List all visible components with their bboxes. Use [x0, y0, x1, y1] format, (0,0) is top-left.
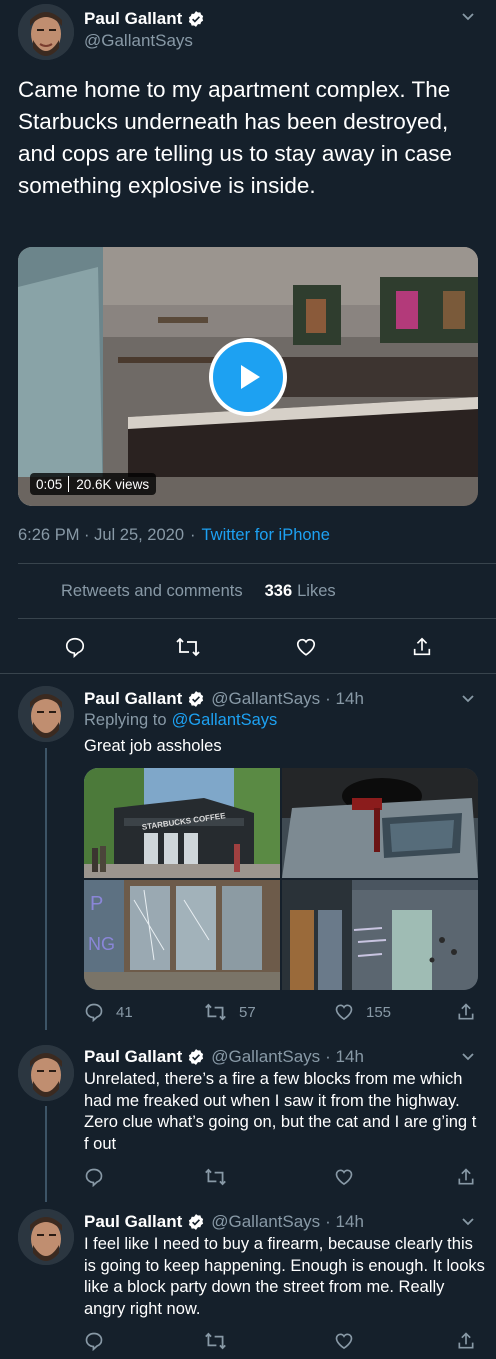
retweet-button[interactable] [175, 636, 201, 658]
retweet-button[interactable]: 57 [204, 1002, 256, 1022]
reply-icon [65, 637, 85, 658]
photo-1[interactable]: STARBUCKS COFFEE [84, 768, 280, 878]
svg-text:NG: NG [88, 934, 115, 954]
reply-button[interactable] [84, 1331, 104, 1351]
chevron-down-icon[interactable] [460, 1213, 476, 1234]
reply-button[interactable] [64, 636, 86, 658]
timestamp-separator: · [190, 526, 196, 544]
like-icon [335, 1004, 353, 1021]
tweet-text: Unrelated, there’s a fire a few blocks f… [84, 1070, 477, 1153]
divider [18, 618, 496, 619]
tweet-text: Came home to my apartment complex. The S… [18, 77, 452, 198]
tweet-time[interactable]: · 14h [325, 689, 364, 709]
author-name[interactable]: Paul Gallant [84, 689, 182, 709]
reply-button[interactable] [84, 1167, 104, 1187]
retweet-icon [176, 637, 200, 657]
retweet-icon [205, 1003, 226, 1021]
avatar[interactable] [18, 686, 74, 742]
avatar[interactable] [18, 1045, 74, 1101]
tweet-timestamp[interactable]: 6:26 PM · Jul 25, 2020 [18, 526, 184, 545]
author-name[interactable]: Paul Gallant [84, 1212, 182, 1232]
reply-icon [85, 1332, 103, 1351]
share-button[interactable] [456, 1167, 476, 1187]
share-icon [458, 1003, 474, 1020]
author-handle[interactable]: @GallantSays [211, 1047, 320, 1067]
retweet-button[interactable] [204, 1167, 227, 1187]
retweet-count: 57 [239, 1003, 256, 1021]
tweet-time[interactable]: · 14h [325, 1047, 364, 1067]
reply-count: 41 [116, 1003, 133, 1021]
share-button[interactable] [456, 1331, 476, 1351]
like-count: 155 [366, 1003, 392, 1021]
svg-text:P: P [90, 893, 103, 915]
verified-badge-icon [187, 10, 205, 28]
retweet-icon [205, 1332, 226, 1350]
like-icon [296, 638, 316, 656]
divider [18, 563, 496, 564]
video-duration: 0:05 [36, 476, 63, 492]
like-icon [335, 1169, 353, 1186]
share-icon [413, 637, 431, 656]
retweet-button[interactable] [204, 1331, 227, 1351]
photo-2[interactable] [282, 768, 478, 878]
photo-3[interactable]: P NG [84, 880, 280, 990]
replying-to-handle[interactable]: @GallantSays [172, 711, 278, 730]
likes-count[interactable]: 336 [265, 582, 293, 601]
share-button[interactable] [456, 1002, 476, 1022]
author-handle[interactable]: @GallantSays [211, 1212, 320, 1232]
reply-icon [85, 1003, 103, 1022]
verified-badge-icon [187, 690, 205, 708]
share-icon [458, 1332, 474, 1349]
photo-grid: STARBUCKS COFFEE P NG [84, 768, 478, 990]
thread-line [45, 748, 47, 1030]
play-icon[interactable] [209, 338, 287, 416]
avatar[interactable] [18, 1209, 74, 1265]
like-button[interactable] [334, 1167, 354, 1187]
like-button[interactable] [334, 1331, 354, 1351]
tweet-text: I feel like I need to buy a firearm, bec… [84, 1235, 485, 1318]
author-name[interactable]: Paul Gallant [84, 1047, 182, 1067]
author-name[interactable]: Paul Gallant [84, 9, 182, 29]
retweet-icon [205, 1168, 226, 1186]
like-icon [335, 1333, 353, 1350]
like-button[interactable] [295, 636, 317, 658]
like-button[interactable]: 155 [334, 1002, 391, 1022]
thread-line [45, 1106, 47, 1202]
likes-label[interactable]: Likes [297, 582, 336, 601]
tweet-text: Great job assholes [84, 737, 222, 755]
author-handle[interactable]: @GallantSays [211, 689, 320, 709]
reply-icon [85, 1168, 103, 1187]
verified-badge-icon [187, 1213, 205, 1231]
tweet-source-link[interactable]: Twitter for iPhone [202, 526, 330, 545]
chevron-down-icon[interactable] [460, 8, 476, 29]
chevron-down-icon[interactable] [460, 690, 476, 711]
reply-button[interactable]: 41 [84, 1002, 133, 1022]
video-player[interactable]: 0:05 20.6K views [18, 247, 478, 506]
share-icon [458, 1168, 474, 1185]
verified-badge-icon [187, 1048, 205, 1066]
tweet-time[interactable]: · 14h [325, 1212, 364, 1232]
avatar[interactable] [18, 4, 74, 60]
retweets-and-comments-link[interactable]: Retweets and comments [61, 582, 243, 601]
author-handle[interactable]: @GallantSays [84, 31, 193, 51]
replying-to-label: Replying to [84, 711, 167, 729]
divider [0, 673, 496, 674]
photo-4[interactable] [282, 880, 478, 990]
share-button[interactable] [411, 636, 433, 658]
video-views: 20.6K views [76, 476, 150, 492]
chevron-down-icon[interactable] [460, 1048, 476, 1069]
